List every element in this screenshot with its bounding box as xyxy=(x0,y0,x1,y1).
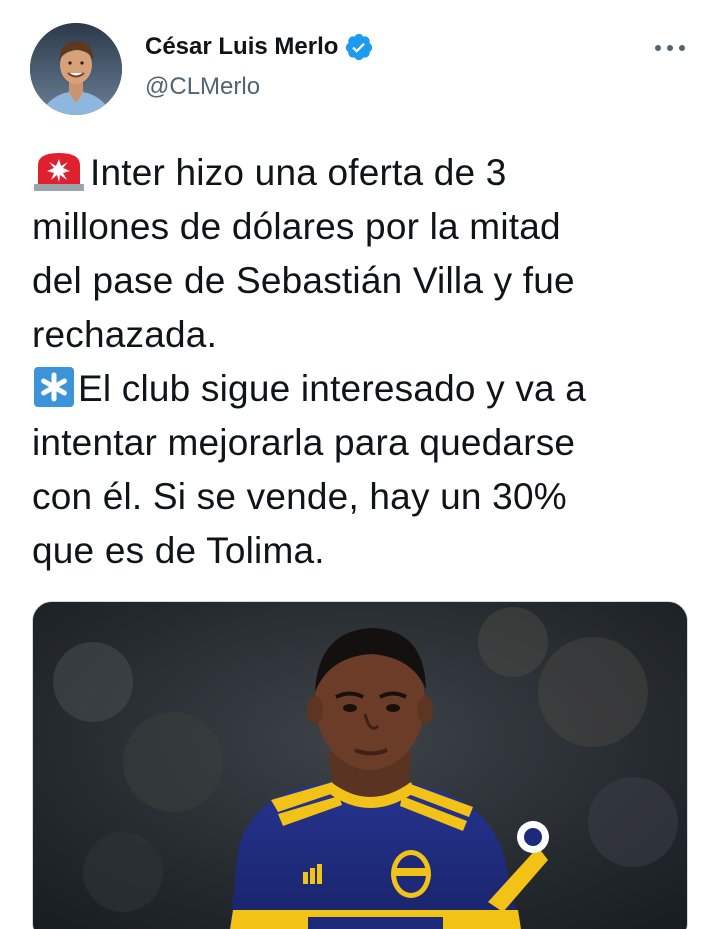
author-avatar[interactable] xyxy=(30,23,122,115)
tweet-text-line: El club sigue interesado y va a xyxy=(32,362,697,416)
tweet-text-line-1: Inter hizo una oferta de 3 xyxy=(90,152,507,193)
tweet-text-line-4: rechazada. xyxy=(32,314,218,355)
tweet-text-line-3: del pase de Sebastián Villa y fue xyxy=(32,260,575,301)
photo-footballer-image xyxy=(33,602,687,929)
tweet-text-line: Inter hizo una oferta de 3 xyxy=(32,146,697,200)
author-handle[interactable]: @CLMerlo xyxy=(145,72,260,102)
tweet-text: Inter hizo una oferta de 3 millones de d… xyxy=(32,146,697,578)
author-name-row[interactable]: César Luis Merlo xyxy=(145,32,374,62)
tweet-text-line-2: millones de dólares por la mitad xyxy=(32,206,561,247)
police-light-emoji-icon xyxy=(34,153,84,191)
author-display-name[interactable]: César Luis Merlo xyxy=(145,32,338,62)
verified-badge-icon xyxy=(346,33,373,61)
tweet-text-line-7: con él. Si se vende, hay un 30% xyxy=(32,476,567,517)
avatar-photo xyxy=(30,23,122,115)
tweet-text-line-5: El club sigue interesado y va a xyxy=(78,368,587,409)
tweet-text-line-8: que es de Tolima. xyxy=(32,530,325,571)
more-options-icon[interactable] xyxy=(650,36,690,60)
tweet-photo[interactable] xyxy=(32,601,688,929)
tweet-card[interactable]: César Luis Merlo @CLMerlo Inter hizo una… xyxy=(0,0,719,929)
tweet-text-line-6: intentar mejorarla para quedarse xyxy=(32,422,576,463)
